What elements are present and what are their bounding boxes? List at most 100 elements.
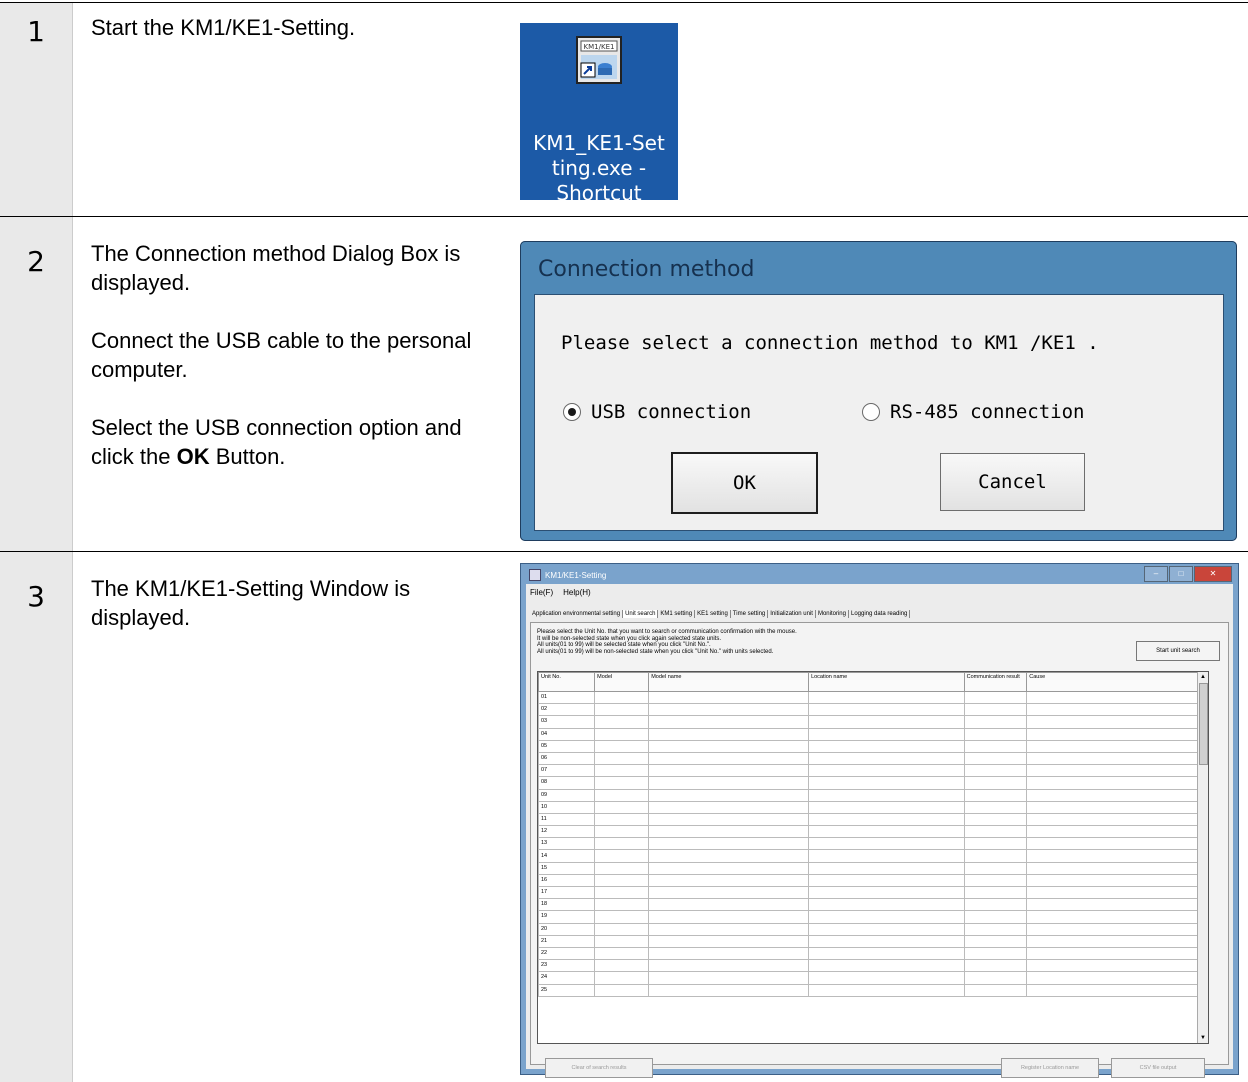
table-cell bbox=[594, 690, 650, 705]
cancel-button[interactable]: Cancel bbox=[940, 453, 1085, 511]
table-row[interactable]: 13 bbox=[538, 837, 1198, 851]
tab-unit-search[interactable]: Unit search bbox=[623, 610, 659, 618]
table-cell bbox=[808, 727, 965, 741]
column-header-model: Model bbox=[594, 672, 650, 692]
minimize-icon[interactable]: – bbox=[1144, 566, 1168, 582]
dialog-prompt: Please select a connection method to KM1… bbox=[561, 332, 1099, 354]
table-cell bbox=[808, 703, 965, 717]
step-text-part: Button. bbox=[209, 444, 286, 469]
csv-file-output-button[interactable]: CSV file output bbox=[1111, 1058, 1205, 1078]
app-icon bbox=[529, 569, 541, 581]
scroll-up-icon[interactable]: ▲ bbox=[1198, 672, 1208, 682]
menu-help[interactable]: Help(H) bbox=[563, 588, 591, 597]
table-cell bbox=[594, 788, 650, 802]
maximize-icon[interactable]: □ bbox=[1169, 566, 1193, 582]
table-row[interactable]: 04 bbox=[538, 727, 1198, 741]
table-cell bbox=[1026, 983, 1198, 997]
table-row[interactable]: 11 bbox=[538, 812, 1198, 827]
unit-no-cell: 21 bbox=[538, 934, 596, 948]
table-row[interactable]: 17 bbox=[538, 885, 1198, 900]
rs485-connection-radio[interactable]: RS-485 connection bbox=[862, 401, 1084, 423]
table-row[interactable]: 15 bbox=[538, 861, 1198, 875]
table-row[interactable]: 19 bbox=[538, 910, 1198, 924]
unit-no-cell: 10 bbox=[538, 800, 596, 814]
tab-time-setting[interactable]: Time setting bbox=[731, 610, 769, 618]
tab-logging-data-reading[interactable]: Logging data reading bbox=[849, 610, 911, 618]
step-text: Select the USB connection option and cli… bbox=[91, 413, 499, 471]
register-location-name-button[interactable]: Register Location name bbox=[1001, 1058, 1099, 1078]
close-icon[interactable]: ✕ bbox=[1194, 566, 1232, 582]
table-row[interactable]: 21 bbox=[538, 934, 1198, 948]
table-cell bbox=[648, 751, 810, 766]
column-header-unit-no[interactable]: Unit No. bbox=[538, 672, 596, 692]
desktop-shortcut[interactable]: KM1/KE1 KM1_KE1-Set ting.exe - Shortcut bbox=[520, 23, 678, 205]
table-cell bbox=[648, 934, 810, 948]
shortcut-label-line: ting.exe - bbox=[551, 156, 647, 180]
table-cell bbox=[963, 898, 1028, 912]
tab-km1-setting[interactable]: KM1 setting bbox=[658, 610, 696, 618]
tab-initialization-unit[interactable]: Initialization unit bbox=[768, 610, 816, 618]
table-cell bbox=[963, 825, 1028, 839]
table-cell bbox=[1026, 885, 1198, 900]
table-cell bbox=[1026, 727, 1198, 741]
table-cell bbox=[1026, 800, 1198, 814]
table-row[interactable]: 16 bbox=[538, 873, 1198, 888]
table-cell bbox=[594, 983, 650, 997]
clear-search-results-button[interactable]: Clear of search results bbox=[545, 1058, 653, 1078]
table-row[interactable]: 24 bbox=[538, 971, 1198, 985]
table-cell bbox=[963, 873, 1028, 888]
menu-file[interactable]: File(F) bbox=[530, 588, 553, 597]
table-row[interactable]: 22 bbox=[538, 946, 1198, 961]
table-cell bbox=[594, 885, 650, 900]
table-row[interactable]: 07 bbox=[538, 764, 1198, 778]
scroll-thumb[interactable] bbox=[1199, 683, 1208, 765]
table-row[interactable]: 06 bbox=[538, 751, 1198, 766]
step-text-bold: OK bbox=[176, 444, 210, 469]
table-row[interactable]: 25 bbox=[538, 983, 1198, 997]
table-row[interactable]: 08 bbox=[538, 776, 1198, 790]
table-cell bbox=[594, 739, 650, 753]
column-header-cause: Cause bbox=[1026, 672, 1198, 692]
tab-ke1-setting[interactable]: KE1 setting bbox=[695, 610, 731, 618]
step-description-cell: Start the KM1/KE1-Setting. bbox=[72, 3, 513, 217]
table-cell bbox=[648, 837, 810, 851]
table-cell bbox=[648, 910, 810, 924]
table-row[interactable]: 02 bbox=[538, 703, 1198, 717]
table-cell bbox=[594, 727, 650, 741]
scroll-down-icon[interactable]: ▼ bbox=[1198, 1033, 1208, 1043]
table-row[interactable]: 20 bbox=[538, 922, 1198, 936]
table-row[interactable]: 03 bbox=[538, 715, 1198, 729]
start-unit-search-button[interactable]: Start unit search bbox=[1136, 641, 1220, 661]
step-description-cell: The KM1/KE1-Setting Window is displayed. bbox=[72, 552, 513, 1082]
unit-search-panel: Please select the Unit No. that you want… bbox=[530, 622, 1229, 1078]
vertical-scrollbar[interactable]: ▲ ▼ bbox=[1197, 672, 1208, 1043]
table-row[interactable]: 23 bbox=[538, 959, 1198, 973]
tab-monitoring[interactable]: Monitoring bbox=[816, 610, 849, 618]
table-cell bbox=[594, 837, 650, 851]
table-cell bbox=[648, 800, 810, 814]
radio-unselected-icon bbox=[862, 403, 880, 421]
table-row[interactable]: 09 bbox=[538, 788, 1198, 802]
table-cell bbox=[1026, 776, 1198, 790]
table-cell bbox=[1026, 959, 1198, 973]
table-row[interactable]: 14 bbox=[538, 849, 1198, 863]
table-row[interactable]: 01 bbox=[538, 690, 1198, 705]
dialog-body: Please select a connection method to KM1… bbox=[534, 294, 1224, 531]
usb-connection-radio[interactable]: USB connection bbox=[563, 401, 751, 423]
tab-application-environmental-setting[interactable]: Application environmental setting bbox=[530, 610, 624, 618]
table-row[interactable]: 05 bbox=[538, 739, 1198, 753]
table-cell bbox=[963, 764, 1028, 778]
table-cell bbox=[808, 922, 965, 936]
table-cell bbox=[963, 849, 1028, 863]
instruction-line: Please select the Unit No. that you want… bbox=[537, 629, 797, 635]
table-cell bbox=[808, 861, 965, 875]
unit-table-body: Unit No. Model Model name Location name … bbox=[538, 672, 1198, 997]
table-row[interactable]: 10 bbox=[538, 800, 1198, 814]
table-row[interactable]: 18 bbox=[538, 898, 1198, 912]
ok-button[interactable]: OK bbox=[671, 452, 818, 514]
table-cell bbox=[808, 837, 965, 851]
table-row[interactable]: 12 bbox=[538, 825, 1198, 839]
table-cell bbox=[648, 885, 810, 900]
table-cell bbox=[1026, 751, 1198, 766]
table-cell bbox=[963, 751, 1028, 766]
